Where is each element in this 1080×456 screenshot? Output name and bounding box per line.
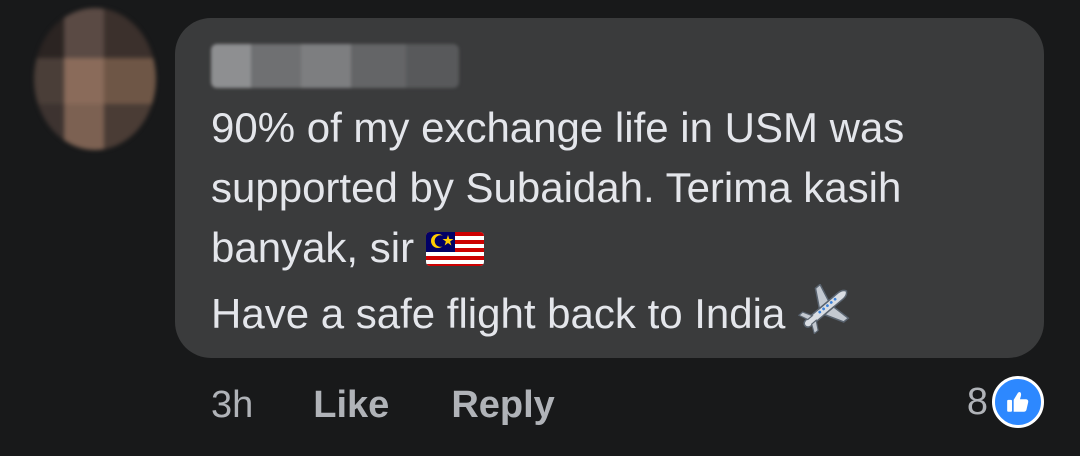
reaction-summary[interactable]: 8	[967, 374, 1044, 430]
comment-line-2: supported by Subaidah. Terima kasih	[211, 164, 902, 211]
reaction-count: 8	[966, 380, 988, 423]
malaysia-flag-icon	[426, 224, 485, 284]
comment-thread: 90% of my exchange life in USM was suppo…	[0, 0, 1080, 456]
avatar[interactable]	[34, 8, 156, 150]
timestamp[interactable]: 3h	[211, 384, 253, 427]
comment-line-3: banyak, sir	[211, 218, 1031, 284]
comment-text: 90% of my exchange life in USM was suppo…	[211, 98, 1031, 350]
comment-line-4: Have a safe flight back to India	[211, 283, 1031, 350]
comment-actions: 3h Like Reply	[211, 378, 555, 432]
comment-bubble: 90% of my exchange life in USM was suppo…	[175, 18, 1044, 358]
thumbs-up-icon	[992, 376, 1044, 428]
like-button[interactable]: Like	[313, 384, 389, 427]
comment-line-1: 90% of my exchange life in USM was	[211, 104, 905, 151]
author-name-redacted[interactable]	[211, 44, 459, 88]
airplane-icon	[797, 283, 853, 350]
reply-button[interactable]: Reply	[451, 384, 554, 427]
